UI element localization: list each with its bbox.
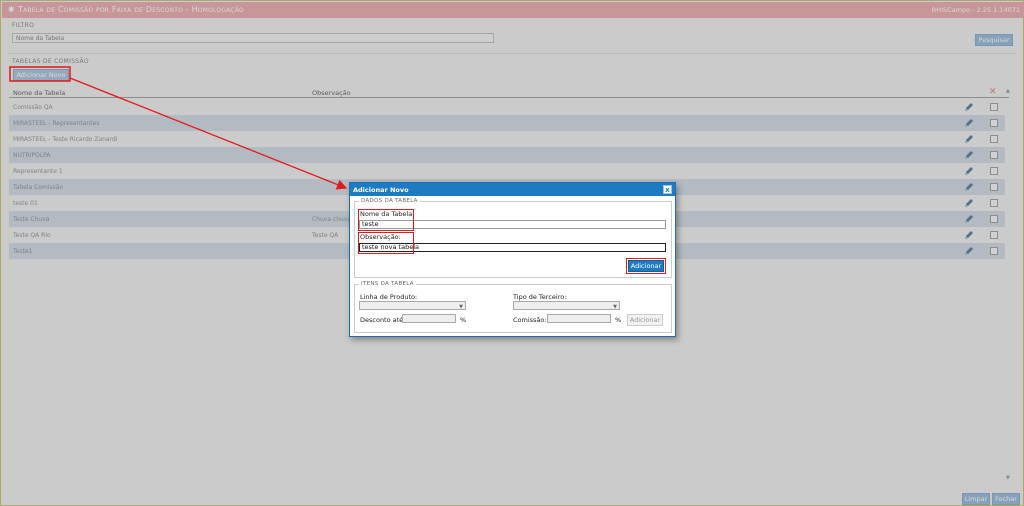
discount-input[interactable]: [402, 314, 456, 323]
table-data-legend: Dados da Tabela: [361, 198, 418, 204]
third-party-type-select[interactable]: ▼: [513, 301, 620, 310]
discount-percent: %: [460, 316, 467, 324]
highlight-add-new: [9, 66, 71, 82]
annotation-arrow: [69, 77, 348, 190]
add-new-dialog: Adicionar Novo x Dados da Tabela Nome da…: [349, 182, 676, 337]
close-icon[interactable]: x: [663, 185, 672, 194]
dialog-title-bar: Adicionar Novo x: [350, 183, 675, 196]
highlight-table-name: [358, 209, 414, 231]
commission-label: Comissão:: [513, 316, 547, 324]
chevron-down-icon: ▼: [613, 304, 617, 310]
dialog-title: Adicionar Novo: [353, 186, 409, 194]
highlight-observation: [358, 232, 414, 254]
discount-label: Desconto até:: [360, 316, 406, 324]
product-line-select[interactable]: ▼: [359, 301, 466, 310]
commission-percent: %: [615, 316, 622, 324]
third-party-type-label: Tipo de Terceiro:: [513, 293, 567, 301]
add-item-button[interactable]: Adicionar: [627, 314, 663, 326]
chevron-down-icon: ▼: [459, 304, 463, 310]
product-line-label: Linha de Produto:: [360, 293, 418, 301]
table-items-legend: Itens da Tabela: [361, 281, 414, 287]
commission-input[interactable]: [547, 314, 611, 323]
highlight-add-button: [626, 258, 666, 274]
